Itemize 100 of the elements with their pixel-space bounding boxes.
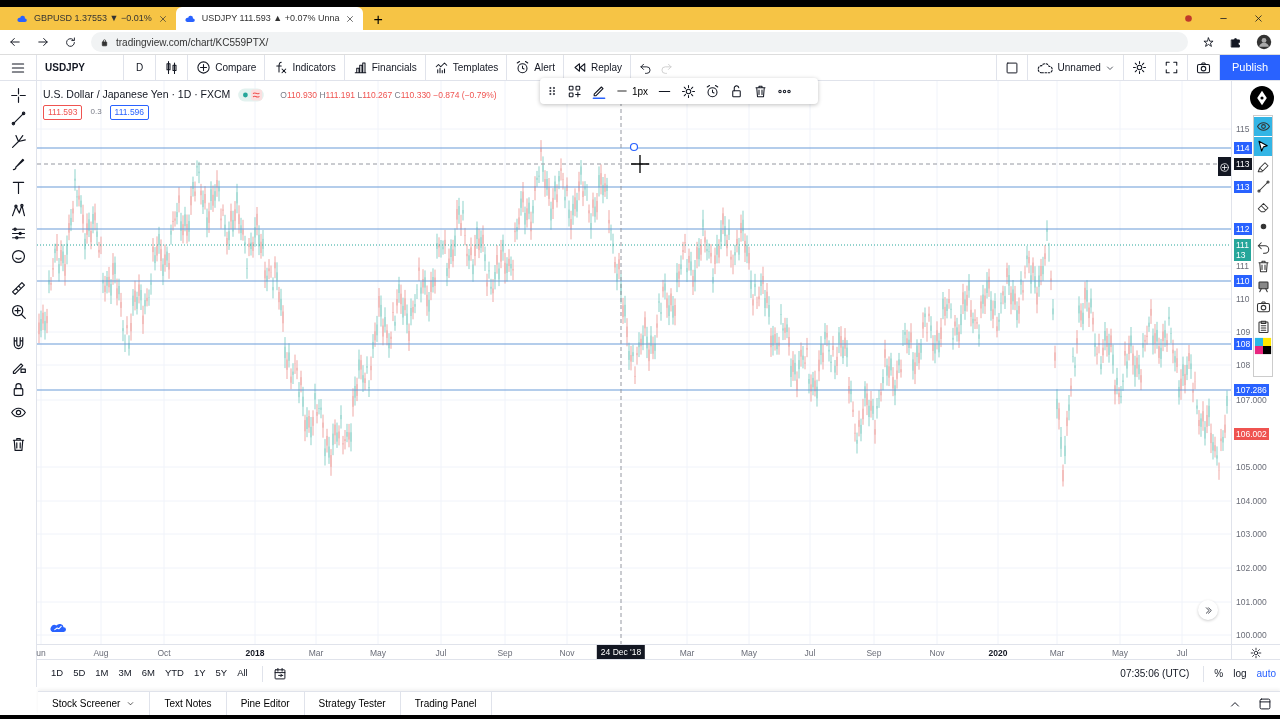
avatar-icon[interactable] [1256,34,1272,50]
price-label: 105.000 [1235,461,1268,473]
scale-button[interactable]: auto [1252,664,1280,683]
pen-tool-button[interactable] [1254,177,1272,196]
status-icon[interactable] [238,87,265,103]
range-button[interactable]: 5Y [211,664,232,683]
time-label: 2018 [245,647,265,660]
range-button[interactable]: 1Y [189,664,210,683]
price-label: 114 [1234,142,1252,154]
add-alert-icon[interactable] [705,83,721,99]
zoom-icon[interactable] [9,303,27,320]
range-button[interactable]: 1M [91,664,113,683]
toolbar-button[interactable]: Indicators [265,55,345,80]
smile-icon[interactable] [9,248,27,265]
time-label: May [1111,647,1129,660]
browser-tab[interactable]: GBPUSD 1.37553 ▼ −0.01% [8,7,176,30]
price-label: 108 [1235,359,1252,371]
clipboard-icon [1255,319,1271,334]
scale-button[interactable]: log [1229,664,1251,683]
palette-icon [1254,337,1272,355]
add-template-icon[interactable] [567,83,582,99]
range-button[interactable]: 6M [137,664,159,683]
fx-icon [273,60,289,75]
star-icon[interactable] [1202,35,1215,49]
cursor-icon [630,154,650,174]
browser-tab[interactable]: USDJPY 111.593 ▲ +0.07% Unna [175,7,364,30]
toolbar-button[interactable]: Compare [188,55,266,80]
price-label: 107.000 [1235,394,1268,406]
close-icon[interactable] [157,13,168,24]
time-label: Jul [804,647,816,660]
price-label: 106.002 [1234,428,1269,440]
price-label: 108 [1234,338,1253,350]
new-tab-button[interactable]: + [363,10,393,30]
price-label: 112 [1234,223,1252,235]
ruler-icon[interactable] [9,280,27,297]
price-label: 111 13 [1234,239,1251,261]
time-label: Nov [929,647,945,660]
time-label: Aug [93,647,109,660]
range-button[interactable]: All [233,664,252,683]
pen-logo-icon[interactable] [1250,86,1274,110]
pen-tool-button[interactable] [1254,137,1272,156]
chart-title: U.S. Dollar / Japanese Yen · 1D · FXCM [43,87,231,103]
price-label: 107.286 [1234,384,1269,396]
maximize-icon[interactable] [1258,696,1272,711]
trash-icon [1255,259,1271,274]
eye-icon [1255,119,1271,134]
close-icon[interactable] [345,13,356,24]
plus-circle-icon [196,60,212,75]
interval-button[interactable]: D [124,55,157,80]
candles-icon [164,60,180,75]
trash-icon[interactable] [753,83,769,99]
time-label: Jul [435,647,447,660]
pointer-icon [1255,139,1271,154]
line-width-button[interactable]: 1px [616,83,649,99]
crosshair-icon[interactable] [9,87,27,104]
templates-icon [433,60,449,75]
range-button[interactable]: 3M [114,664,136,683]
address-field[interactable]: tradingview.com/chart/KC559PTX/ [91,32,1188,52]
back-icon[interactable] [8,35,22,49]
alarm-icon [515,60,531,75]
add-icon[interactable] [1219,161,1230,173]
time-label: May [369,647,387,660]
toolbar-button[interactable]: Templates [425,55,508,80]
price-label: 104.000 [1235,495,1268,507]
camera-icon[interactable] [1195,60,1211,75]
square-icon [1004,60,1019,75]
forward-icon[interactable] [36,35,50,49]
price-label: 109 [1235,326,1252,338]
symbol-search[interactable]: USDJPY [37,55,124,80]
pattern-icon[interactable] [9,202,27,219]
reload-icon[interactable] [64,35,77,49]
sell-button[interactable]: 111.593 [43,105,83,120]
scale-button[interactable]: % [1210,664,1228,683]
camera-icon [1255,299,1271,314]
scroll-button[interactable] [1198,600,1218,620]
trend-line-icon[interactable] [9,110,27,127]
bar-chart-icon [352,60,368,75]
price-label: 101.000 [1235,596,1268,608]
timezone-label[interactable]: 07:35:06 (UTC) [1120,666,1190,681]
range-button[interactable]: 1D [47,664,68,683]
layout-name-button[interactable]: Unnamed [1027,55,1124,80]
fullscreen-icon[interactable] [1163,60,1179,75]
time-label: 2020 [988,647,1008,660]
anchor-handle[interactable] [629,142,639,152]
record-icon[interactable] [1183,13,1194,24]
pitchfork-icon[interactable] [9,133,27,150]
close-icon[interactable] [1253,13,1264,24]
range-button[interactable]: 5D [69,664,90,683]
go-to-date-icon[interactable] [272,666,287,681]
pencil-icon[interactable] [591,83,607,99]
range-button[interactable]: YTD [160,664,188,683]
layout-button[interactable] [995,55,1028,80]
time-label: Mar [1049,647,1065,660]
publish-button[interactable]: Publish [1219,55,1280,80]
undo-icon [1255,239,1271,254]
undo-icon[interactable] [639,61,653,74]
buy-button[interactable]: 111.596 [109,105,150,120]
drag-handle-icon[interactable] [546,84,558,98]
toolbar-button[interactable]: Financials [344,55,426,80]
price-label: 103.000 [1235,528,1268,540]
